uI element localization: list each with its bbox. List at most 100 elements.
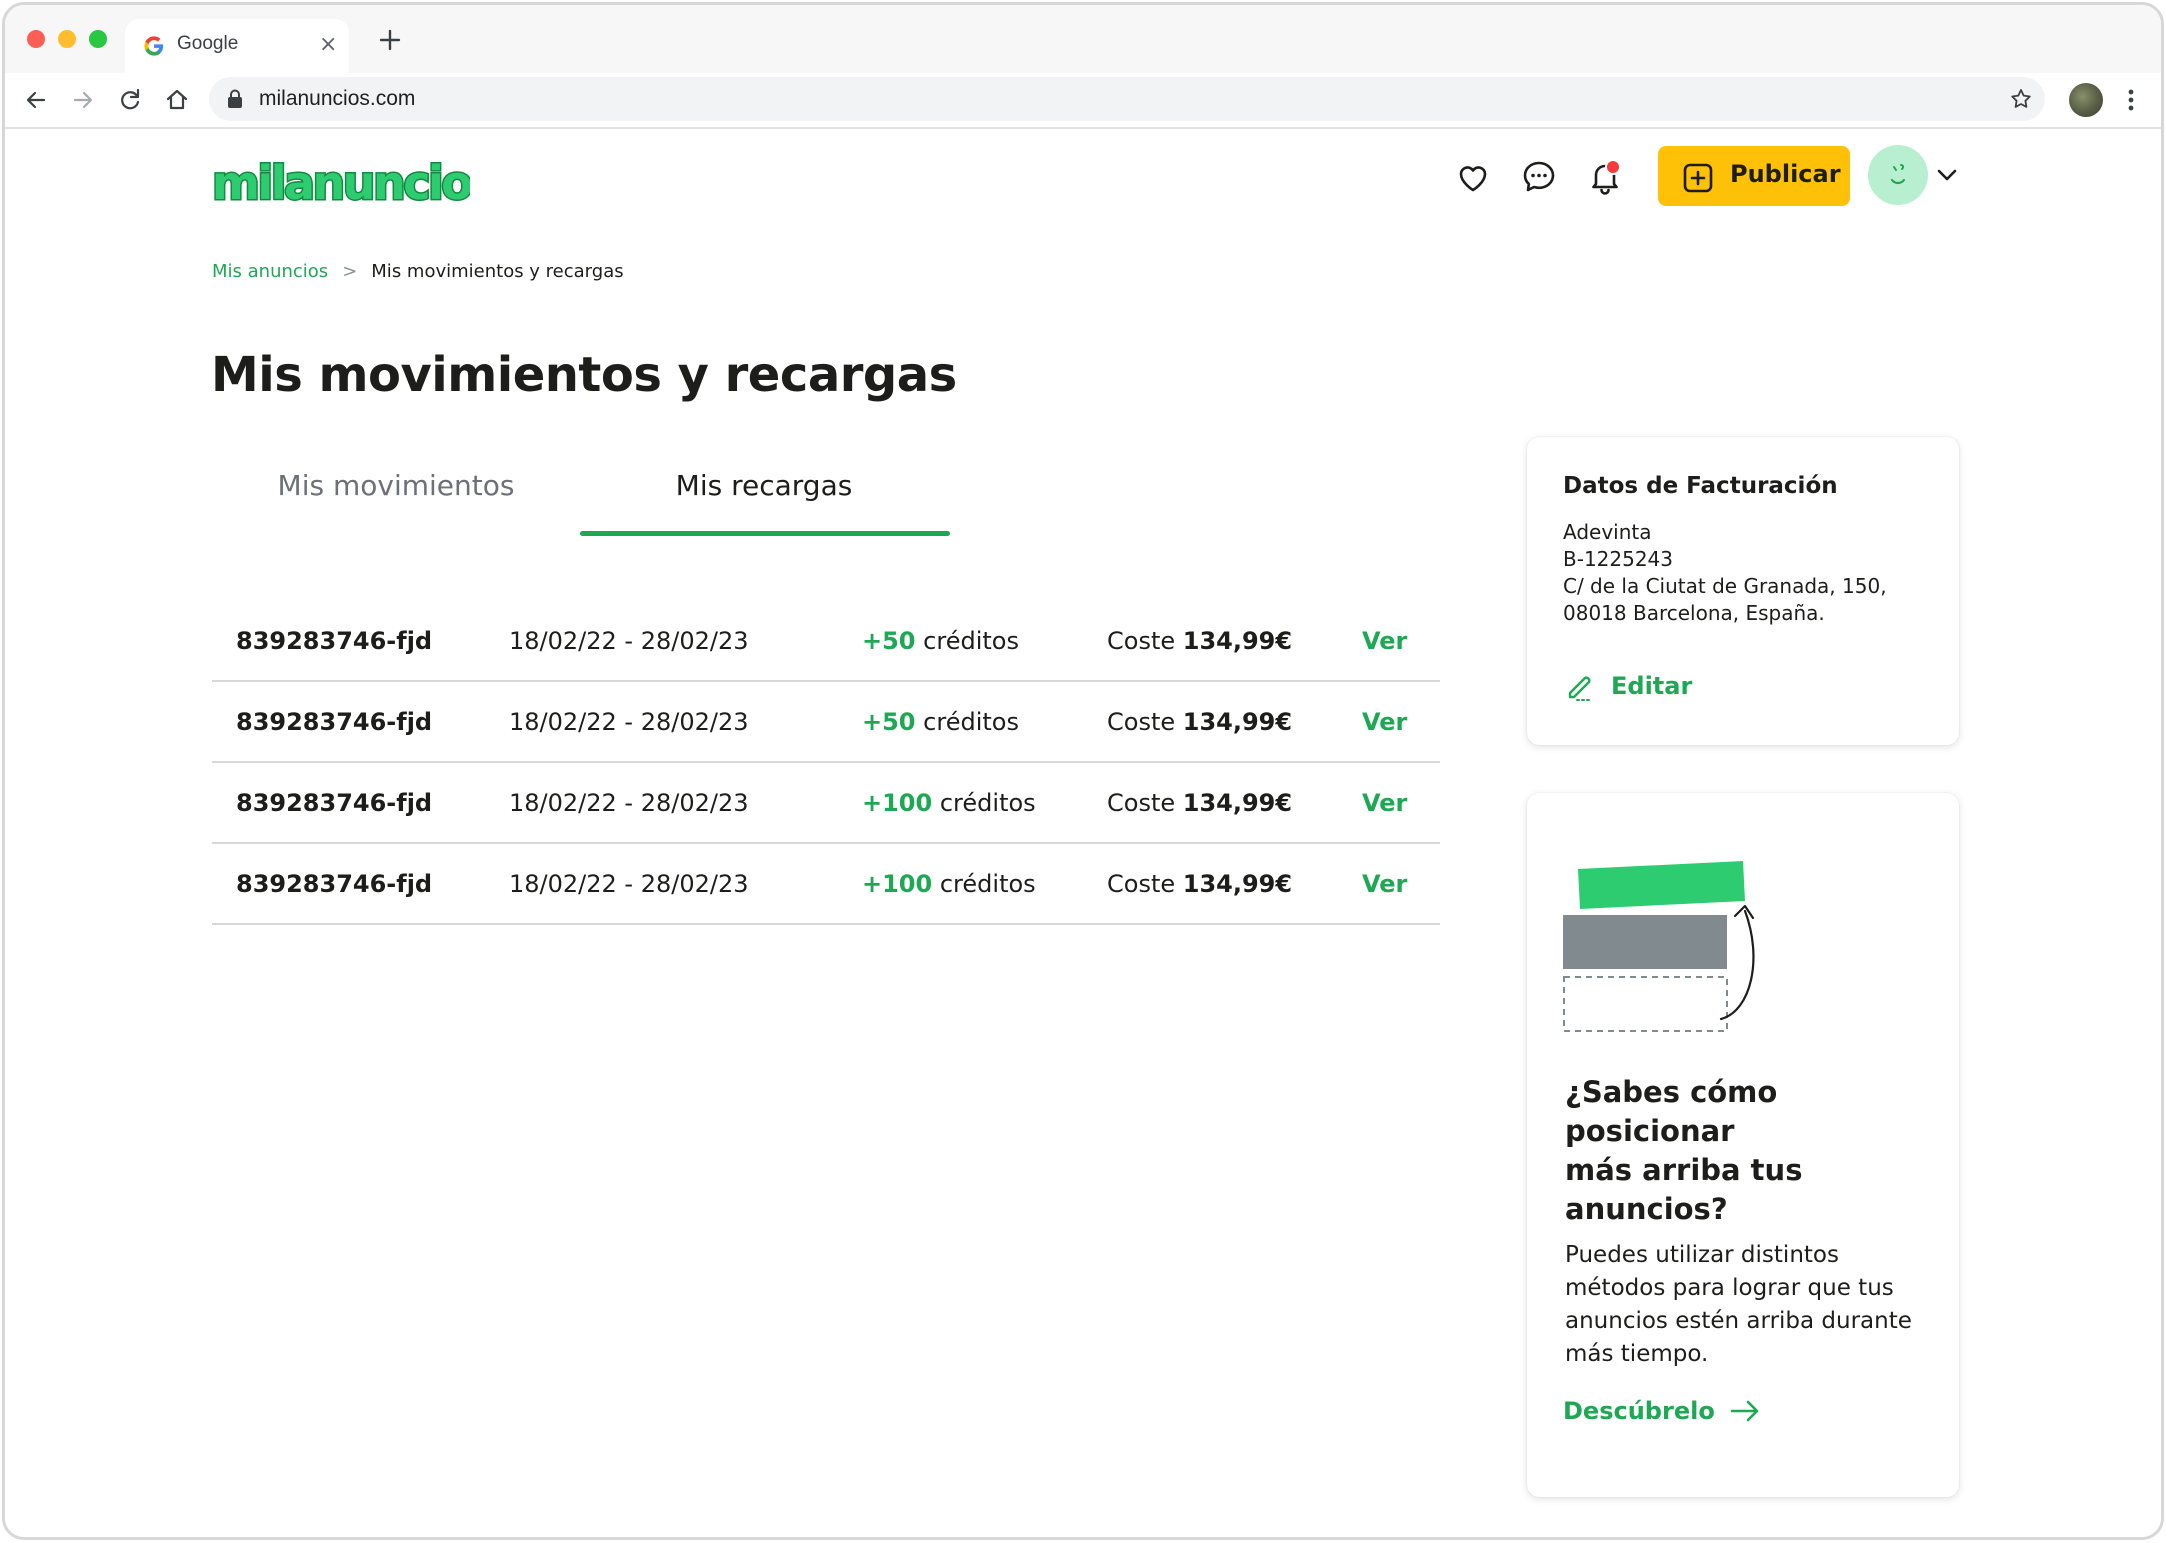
recharge-id: 839283746-fjd: [236, 870, 433, 898]
bookmark-star-icon[interactable]: [2009, 87, 2033, 111]
recharge-period: 18/02/22 - 28/02/23: [509, 708, 749, 736]
credits-amount: +50: [862, 627, 916, 655]
arrow-right-icon: [1730, 1400, 1759, 1422]
view-recharge-link[interactable]: Ver: [1362, 627, 1407, 655]
notification-badge: [1605, 159, 1621, 175]
tab-my-movements[interactable]: Mis movimientos: [212, 469, 580, 529]
publish-button[interactable]: Publicar: [1658, 146, 1850, 206]
billing-tax-id: B-1225243: [1563, 547, 1674, 571]
cost-label: Coste: [1107, 870, 1176, 898]
cost-label: Coste: [1107, 627, 1176, 655]
bump-ad-illustration: [1563, 861, 1755, 1032]
add-square-icon: [1683, 163, 1713, 193]
user-avatar[interactable]: [1868, 145, 1928, 205]
recharge-cost: Coste 134,99€: [1107, 627, 1292, 655]
cost-value: 134,99€: [1182, 870, 1293, 898]
recharge-cost: Coste 134,99€: [1107, 789, 1292, 817]
tab-title: Google: [177, 33, 239, 54]
cost-value: 134,99€: [1182, 789, 1293, 817]
pencil-icon: [1568, 676, 1591, 701]
cost-value: 134,99€: [1182, 708, 1293, 736]
recharge-credits: +50 créditos: [862, 627, 1019, 655]
promo-description: Puedes utilizar distintos métodos para l…: [1565, 1242, 1912, 1367]
recharges-list: 839283746-fjd 18/02/22 - 28/02/23 +50 cr…: [212, 601, 1440, 925]
discover-link-label: Descúbrelo: [1563, 1397, 1715, 1425]
promo-title-line: ¿Sabes cómo: [1565, 1075, 1778, 1109]
recharge-id: 839283746-fjd: [236, 627, 433, 655]
credits-unit: créditos: [939, 789, 1036, 817]
forward-arrow-icon[interactable]: [68, 85, 98, 115]
promo-card: ¿Sabes cómo posicionar más arriba tus an…: [1527, 793, 1959, 1497]
chevron-down-icon[interactable]: [1935, 165, 1959, 185]
favorites-heart-icon[interactable]: [1453, 157, 1493, 197]
billing-title: Datos de Facturación: [1563, 473, 1838, 499]
back-arrow-icon[interactable]: [21, 85, 51, 115]
recharge-row: 839283746-fjd 18/02/22 - 28/02/23 +100 c…: [212, 844, 1440, 925]
view-recharge-link[interactable]: Ver: [1362, 870, 1407, 898]
discover-link[interactable]: Descúbrelo: [1563, 1397, 1761, 1425]
reload-icon[interactable]: [115, 85, 145, 115]
active-tab-indicator: [580, 531, 950, 536]
recharge-credits: +50 créditos: [862, 708, 1019, 736]
view-recharge-link[interactable]: Ver: [1362, 789, 1407, 817]
breadcrumb-current: Mis movimientos y recargas: [371, 261, 624, 282]
new-tab-icon[interactable]: [375, 25, 405, 55]
url-text: milanuncios.com: [259, 87, 416, 110]
svg-text:milanuncios: milanuncios: [212, 156, 470, 210]
lock-icon: [228, 89, 242, 108]
cost-label: Coste: [1107, 789, 1176, 817]
recharge-credits: +100 créditos: [862, 789, 1036, 817]
cost-value: 134,99€: [1182, 627, 1293, 655]
browser-tab[interactable]: Google ×: [125, 19, 349, 75]
recharge-id: 839283746-fjd: [236, 789, 433, 817]
page-title: Mis movimientos y recargas: [211, 347, 957, 403]
maximize-window-button[interactable]: [89, 30, 107, 48]
cost-label: Coste: [1107, 708, 1176, 736]
billing-address-line2: 08018 Barcelona, España.: [1563, 601, 1825, 625]
page-content: milanuncios Publicar Mis anuncios > Mis …: [5, 129, 2161, 1537]
browser-profile-avatar[interactable]: [2069, 83, 2103, 117]
recharge-credits: +100 créditos: [862, 870, 1036, 898]
browser-toolbar: milanuncios.com: [5, 73, 2161, 129]
recharge-period: 18/02/22 - 28/02/23: [509, 789, 749, 817]
credits-amount: +100: [862, 870, 933, 898]
recharge-period: 18/02/22 - 28/02/23: [509, 870, 749, 898]
recharge-id: 839283746-fjd: [236, 708, 433, 736]
browser-titlebar: Google ×: [5, 5, 2161, 75]
milanuncios-logo[interactable]: milanuncios: [210, 151, 501, 212]
breadcrumb-my-ads-link[interactable]: Mis anuncios: [212, 261, 328, 282]
smiley-avatar-icon: [1890, 164, 1906, 185]
credits-unit: créditos: [939, 870, 1036, 898]
recharge-period: 18/02/22 - 28/02/23: [509, 627, 749, 655]
close-tab-icon[interactable]: ×: [319, 32, 337, 58]
edit-label: Editar: [1611, 672, 1693, 700]
billing-address-line1: C/ de la Ciutat de Granada, 150,: [1563, 574, 1887, 598]
credits-unit: créditos: [923, 708, 1019, 736]
address-bar[interactable]: milanuncios.com: [209, 77, 2045, 121]
publish-button-label: Publicar: [1730, 160, 1841, 188]
credits-amount: +50: [862, 708, 916, 736]
breadcrumb: Mis anuncios > Mis movimientos y recarga…: [212, 261, 624, 282]
messages-chat-icon[interactable]: [1519, 157, 1559, 197]
recharge-row: 839283746-fjd 18/02/22 - 28/02/23 +50 cr…: [212, 682, 1440, 763]
recharge-row: 839283746-fjd 18/02/22 - 28/02/23 +50 cr…: [212, 601, 1440, 682]
billing-card: Datos de Facturación Adevinta B-1225243 …: [1527, 437, 1959, 745]
view-recharge-link[interactable]: Ver: [1362, 708, 1407, 736]
billing-company: Adevinta: [1563, 520, 1652, 544]
logo-wordmark: milanuncios: [211, 155, 501, 212]
google-favicon-icon: [144, 36, 164, 56]
credits-amount: +100: [862, 789, 933, 817]
promo-title-line: anuncios?: [1565, 1192, 1728, 1226]
minimize-window-button[interactable]: [58, 30, 76, 48]
browser-window: Google × milanuncios.com milanuncios Pub…: [2, 2, 2164, 1540]
tab-my-recharges[interactable]: Mis recargas: [580, 469, 948, 529]
recharge-cost: Coste 134,99€: [1107, 870, 1292, 898]
home-icon[interactable]: [162, 85, 192, 115]
recharge-cost: Coste 134,99€: [1107, 708, 1292, 736]
tab-bar: Mis movimientos Mis recargas: [212, 469, 1440, 536]
promo-title: ¿Sabes cómo posicionar más arriba tus an…: [1565, 1073, 1885, 1229]
browser-menu-icon[interactable]: [2123, 85, 2139, 115]
promo-title-line: posicionar: [1565, 1114, 1735, 1148]
edit-billing-button[interactable]: Editar: [1563, 669, 1692, 703]
close-window-button[interactable]: [27, 30, 45, 48]
